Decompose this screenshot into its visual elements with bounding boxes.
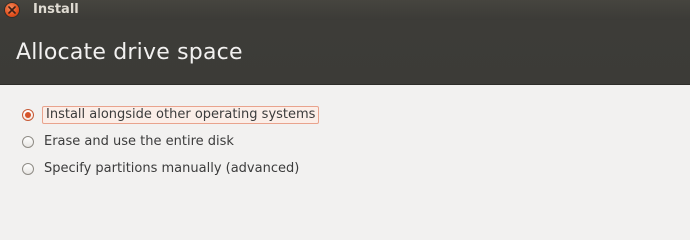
- option-manual-partitions[interactable]: Specify partitions manually (advanced): [22, 159, 301, 179]
- radio-erase-disk[interactable]: [22, 136, 34, 148]
- radio-install-alongside[interactable]: [22, 109, 34, 121]
- option-label-install-alongside[interactable]: Install alongside other operating system…: [42, 106, 320, 124]
- page-title: Allocate drive space: [16, 40, 243, 65]
- option-label-erase-disk[interactable]: Erase and use the entire disk: [42, 133, 236, 151]
- partition-options: Install alongside other operating system…: [0, 85, 690, 208]
- close-icon: [8, 6, 16, 14]
- page-header: Allocate drive space: [0, 20, 690, 85]
- close-button[interactable]: [5, 3, 19, 17]
- option-label-manual-partitions[interactable]: Specify partitions manually (advanced): [42, 160, 301, 178]
- window-titlebar: Install: [0, 0, 690, 20]
- option-erase-disk[interactable]: Erase and use the entire disk: [22, 132, 236, 152]
- option-install-alongside[interactable]: Install alongside other operating system…: [22, 105, 320, 125]
- radio-selected-dot: [25, 112, 31, 118]
- window-title: Install: [33, 2, 79, 17]
- radio-manual-partitions[interactable]: [22, 163, 34, 175]
